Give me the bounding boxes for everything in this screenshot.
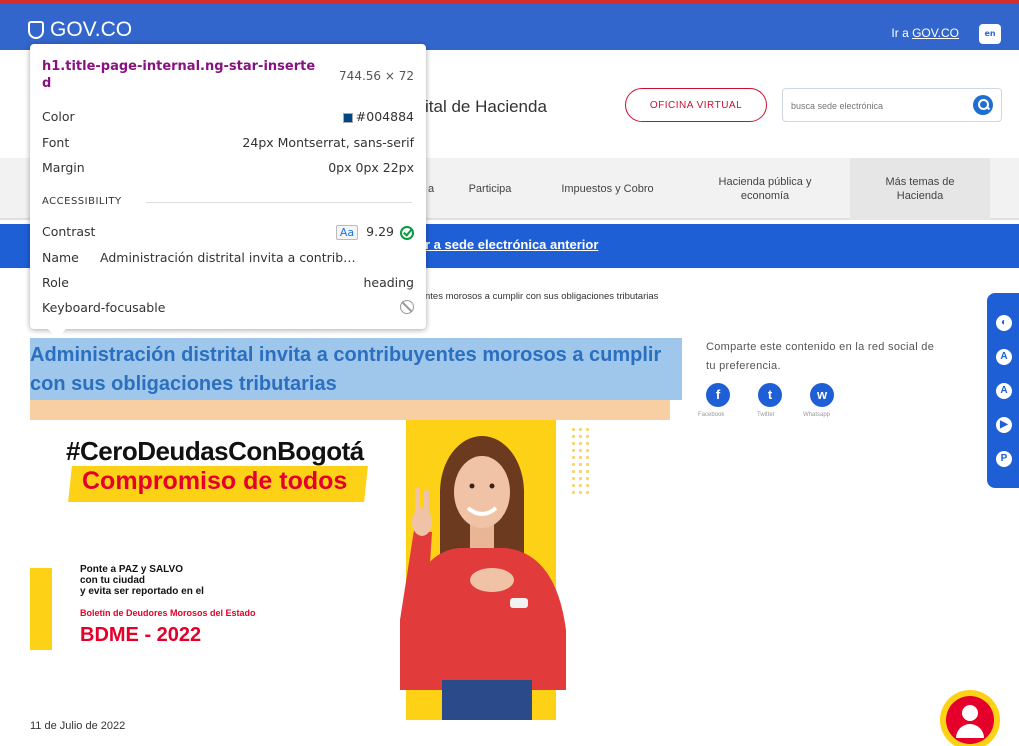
oficina-virtual-button[interactable]: OFICINA VIRTUAL <box>625 88 767 122</box>
nav-item-impuestos[interactable]: Impuestos y Cobro <box>535 158 680 220</box>
role-value: heading <box>363 275 414 290</box>
font-value: 24px Montserrat, sans-serif <box>242 135 414 150</box>
user-avatar-icon <box>946 696 994 744</box>
breadcrumb: ntes morosos a cumplir con sus obligacio… <box>425 291 659 302</box>
inspect-highlight-margin <box>30 400 670 420</box>
publish-date: 11 de Julio de 2022 <box>30 720 126 732</box>
margin-row: Margin 0px 0px 22px <box>42 160 414 178</box>
color-swatch-icon <box>342 112 353 123</box>
sign-language-icon[interactable]: ▶ <box>996 417 1012 433</box>
go-to-gov-link-text: GOV.CO <box>912 26 959 40</box>
campaign-hashtag: #CeroDeudasConBogotá <box>66 436 364 466</box>
whatsapp-label: Whatsapp <box>803 412 831 418</box>
facebook-label: Facebook <box>698 412 725 418</box>
name-value: Administración distrital invita a contri… <box>100 250 356 265</box>
contrast-value-wrap: Aa 9.29 <box>335 224 414 240</box>
language-toggle-button[interactable]: en <box>979 24 1001 44</box>
name-label: Name <box>42 250 79 265</box>
bdme-title: BDME - 2022 <box>80 624 202 646</box>
decrease-text-icon[interactable]: A <box>996 349 1012 365</box>
relevo-icon[interactable]: P <box>996 451 1012 467</box>
contrast-aa-badge: Aa <box>335 225 359 240</box>
font-label: Font <box>42 135 70 150</box>
role-label: Role <box>42 275 69 290</box>
font-row: Font 24px Montserrat, sans-serif <box>42 135 414 153</box>
campaign-tagline: Compromiso de todos <box>82 467 348 495</box>
gov-logo-text: GOV.CO <box>50 18 133 41</box>
paz-line: y evita ser reportado en el <box>80 586 204 597</box>
paz-line: con tu ciudad <box>80 575 145 586</box>
accessibility-section-heading: ACCESSIBILITY <box>42 196 414 207</box>
color-value-wrap: #004884 <box>342 109 414 124</box>
search-box <box>782 88 1002 122</box>
woman-illustration <box>400 436 566 720</box>
gov-shield-icon <box>28 21 44 39</box>
site-title[interactable]: ital de Hacienda <box>425 97 547 117</box>
contrast-label: Contrast <box>42 224 96 239</box>
gov-co-logo[interactable]: GOV.CO <box>28 18 132 42</box>
share-text: Comparte este contenido en la red social… <box>706 341 935 372</box>
go-to-gov-prefix: Ir a <box>891 26 913 40</box>
keyboard-focusable-row: Keyboard-focusable <box>42 300 414 318</box>
margin-label: Margin <box>42 160 85 175</box>
campaign-image: #CeroDeudasConBogotá Compromiso de todos… <box>30 420 600 720</box>
facebook-icon[interactable]: f <box>706 383 730 407</box>
keyboard-focusable-label: Keyboard-focusable <box>42 300 166 315</box>
gov-co-top-bar: GOV.CO Ir a GOV.CO en <box>0 0 1019 50</box>
paz-y-salvo-text: Ponte a PAZ y SALVO con tu ciudad y evit… <box>80 564 204 597</box>
not-focusable-wrap <box>400 300 414 317</box>
go-to-gov-link[interactable]: Ir a GOV.CO <box>891 26 959 40</box>
contrast-row: Contrast Aa 9.29 <box>42 224 414 242</box>
previous-sede-link[interactable]: r a sede electrónica anterior <box>425 237 598 252</box>
nav-item-mas-temas[interactable]: Más temas de Hacienda <box>850 158 990 220</box>
color-value: #004884 <box>355 109 414 124</box>
role-row: Role heading <box>42 275 414 293</box>
search-input[interactable] <box>791 97 961 115</box>
element-selector: h1.title-page-internal.ng-star-inserted <box>42 59 316 91</box>
name-row: Name Administración distrital invita a c… <box>42 250 414 268</box>
margin-value: 0px 0px 22px <box>328 160 414 175</box>
color-label: Color <box>42 109 75 124</box>
color-row: Color #004884 <box>42 109 414 127</box>
increase-text-icon[interactable]: A <box>996 383 1012 399</box>
help-chat-button[interactable] <box>940 690 1000 746</box>
contrast-icon[interactable]: ◐ <box>996 315 1012 331</box>
twitter-icon[interactable]: t <box>758 383 782 407</box>
devtools-inspect-tooltip: h1.title-page-internal.ng-star-inserted … <box>30 44 426 338</box>
check-circle-icon <box>400 225 414 240</box>
yellow-accent-bar <box>30 568 52 650</box>
boletin-text: Boletín de Deudores Morosos del Estado <box>80 608 256 618</box>
nav-item-participa[interactable]: Participa <box>450 158 530 220</box>
paz-line: Ponte a PAZ y SALVO <box>80 564 183 575</box>
accessibility-toolbar: ◐ A A ▶ P <box>987 293 1019 488</box>
element-dimensions: 744.56 × 72 <box>339 69 414 83</box>
whatsapp-icon[interactable]: w <box>810 383 834 407</box>
twitter-label: Twitter <box>757 412 775 418</box>
not-focusable-icon <box>400 300 414 314</box>
page-title: Administración distrital invita a contri… <box>30 344 662 395</box>
search-icon[interactable] <box>973 95 993 115</box>
contrast-value: 9.29 <box>366 224 394 239</box>
nav-item-hacienda-publica[interactable]: Hacienda pública y economía <box>690 158 840 220</box>
